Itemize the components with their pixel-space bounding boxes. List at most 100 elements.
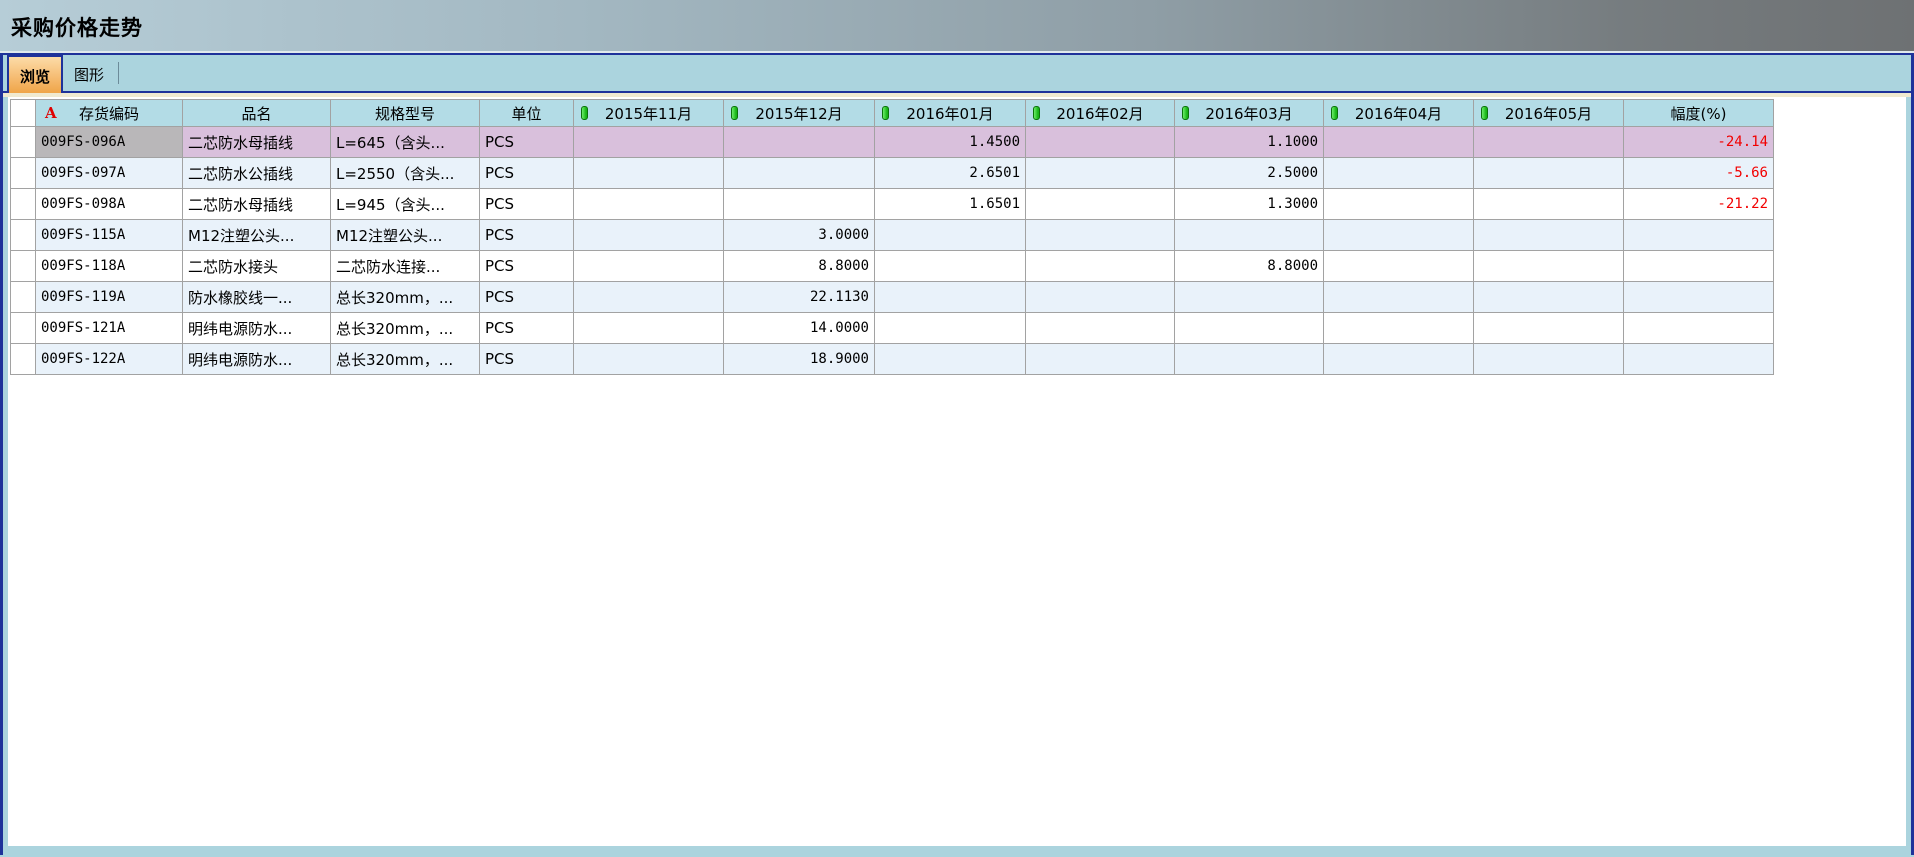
cell-m201605[interactable] (1474, 220, 1624, 251)
cell-m201602[interactable] (1026, 344, 1175, 375)
tab-browse[interactable]: 浏览 (7, 55, 63, 93)
cell-m201604[interactable] (1324, 313, 1474, 344)
cell-m201602[interactable] (1026, 313, 1175, 344)
row-indicator[interactable] (11, 189, 36, 220)
row-indicator[interactable] (11, 251, 36, 282)
cell-spec[interactable]: 总长320mm，... (331, 313, 480, 344)
cell-m201603[interactable]: 2.5000 (1175, 158, 1324, 189)
cell-m201603[interactable]: 1.1000 (1175, 127, 1324, 158)
cell-m201601[interactable] (875, 344, 1026, 375)
column-header-unit[interactable]: 单位 (480, 100, 574, 127)
cell-m201601[interactable] (875, 220, 1026, 251)
cell-name[interactable]: 二芯防水公插线 (183, 158, 331, 189)
cell-m201605[interactable] (1474, 313, 1624, 344)
cell-m201511[interactable] (574, 344, 724, 375)
cell-m201603[interactable]: 1.3000 (1175, 189, 1324, 220)
cell-m201603[interactable] (1175, 220, 1324, 251)
cell-m201604[interactable] (1324, 282, 1474, 313)
column-header-m201601[interactable]: 2016年01月 (875, 100, 1026, 127)
cell-m201601[interactable] (875, 313, 1026, 344)
cell-m201605[interactable] (1474, 127, 1624, 158)
cell-m201602[interactable] (1026, 220, 1175, 251)
cell-unit[interactable]: PCS (480, 313, 574, 344)
cell-m201605[interactable] (1474, 344, 1624, 375)
column-header-name[interactable]: 品名 (183, 100, 331, 127)
cell-m201603[interactable] (1175, 282, 1324, 313)
cell-unit[interactable]: PCS (480, 189, 574, 220)
select-all-corner[interactable] (11, 100, 36, 127)
cell-range[interactable]: -21.22 (1624, 189, 1774, 220)
cell-unit[interactable]: PCS (480, 282, 574, 313)
cell-code[interactable]: 009FS-121A (36, 313, 183, 344)
cell-unit[interactable]: PCS (480, 127, 574, 158)
cell-m201603[interactable]: 8.8000 (1175, 251, 1324, 282)
cell-m201512[interactable] (724, 127, 875, 158)
cell-m201511[interactable] (574, 313, 724, 344)
cell-m201511[interactable] (574, 282, 724, 313)
cell-m201601[interactable] (875, 282, 1026, 313)
cell-name[interactable]: 明纬电源防水... (183, 344, 331, 375)
column-header-m201511[interactable]: 2015年11月 (574, 100, 724, 127)
cell-m201604[interactable] (1324, 158, 1474, 189)
cell-unit[interactable]: PCS (480, 220, 574, 251)
cell-code[interactable]: 009FS-096A (36, 127, 183, 158)
cell-m201511[interactable] (574, 251, 724, 282)
cell-spec[interactable]: L=2550（含头... (331, 158, 480, 189)
cell-m201604[interactable] (1324, 251, 1474, 282)
cell-range[interactable] (1624, 282, 1774, 313)
cell-m201601[interactable] (875, 251, 1026, 282)
cell-range[interactable] (1624, 220, 1774, 251)
column-header-spec[interactable]: 规格型号 (331, 100, 480, 127)
column-header-range[interactable]: 幅度(%) (1624, 100, 1774, 127)
cell-spec[interactable]: L=945（含头... (331, 189, 480, 220)
cell-range[interactable] (1624, 251, 1774, 282)
cell-name[interactable]: 二芯防水母插线 (183, 127, 331, 158)
row-indicator[interactable] (11, 158, 36, 189)
cell-m201604[interactable] (1324, 344, 1474, 375)
cell-range[interactable] (1624, 344, 1774, 375)
cell-name[interactable]: 二芯防水母插线 (183, 189, 331, 220)
cell-code[interactable]: 009FS-122A (36, 344, 183, 375)
cell-m201512[interactable]: 8.8000 (724, 251, 875, 282)
tab-graph[interactable]: 图形 (63, 55, 115, 91)
cell-range[interactable]: -24.14 (1624, 127, 1774, 158)
column-header-m201512[interactable]: 2015年12月 (724, 100, 875, 127)
row-indicator[interactable] (11, 344, 36, 375)
cell-spec[interactable]: 总长320mm，... (331, 282, 480, 313)
cell-code[interactable]: 009FS-118A (36, 251, 183, 282)
cell-spec[interactable]: 总长320mm，... (331, 344, 480, 375)
cell-m201602[interactable] (1026, 189, 1175, 220)
cell-code[interactable]: 009FS-097A (36, 158, 183, 189)
cell-range[interactable] (1624, 313, 1774, 344)
cell-m201512[interactable]: 18.9000 (724, 344, 875, 375)
cell-m201604[interactable] (1324, 220, 1474, 251)
cell-m201601[interactable]: 1.6501 (875, 189, 1026, 220)
cell-m201511[interactable] (574, 127, 724, 158)
cell-m201512[interactable] (724, 158, 875, 189)
cell-m201605[interactable] (1474, 189, 1624, 220)
cell-m201605[interactable] (1474, 251, 1624, 282)
cell-m201511[interactable] (574, 158, 724, 189)
cell-m201605[interactable] (1474, 282, 1624, 313)
cell-m201511[interactable] (574, 189, 724, 220)
cell-m201602[interactable] (1026, 282, 1175, 313)
cell-m201601[interactable]: 2.6501 (875, 158, 1026, 189)
cell-name[interactable]: M12注塑公头... (183, 220, 331, 251)
row-indicator[interactable] (11, 220, 36, 251)
cell-m201605[interactable] (1474, 158, 1624, 189)
cell-unit[interactable]: PCS (480, 251, 574, 282)
cell-name[interactable]: 明纬电源防水... (183, 313, 331, 344)
cell-m201512[interactable]: 22.1130 (724, 282, 875, 313)
cell-code[interactable]: 009FS-115A (36, 220, 183, 251)
cell-m201603[interactable] (1175, 313, 1324, 344)
row-indicator[interactable] (11, 313, 36, 344)
column-header-m201605[interactable]: 2016年05月 (1474, 100, 1624, 127)
cell-code[interactable]: 009FS-098A (36, 189, 183, 220)
cell-name[interactable]: 二芯防水接头 (183, 251, 331, 282)
cell-name[interactable]: 防水橡胶线一... (183, 282, 331, 313)
cell-m201602[interactable] (1026, 251, 1175, 282)
cell-range[interactable]: -5.66 (1624, 158, 1774, 189)
cell-m201603[interactable] (1175, 344, 1324, 375)
cell-m201602[interactable] (1026, 158, 1175, 189)
cell-m201512[interactable] (724, 189, 875, 220)
